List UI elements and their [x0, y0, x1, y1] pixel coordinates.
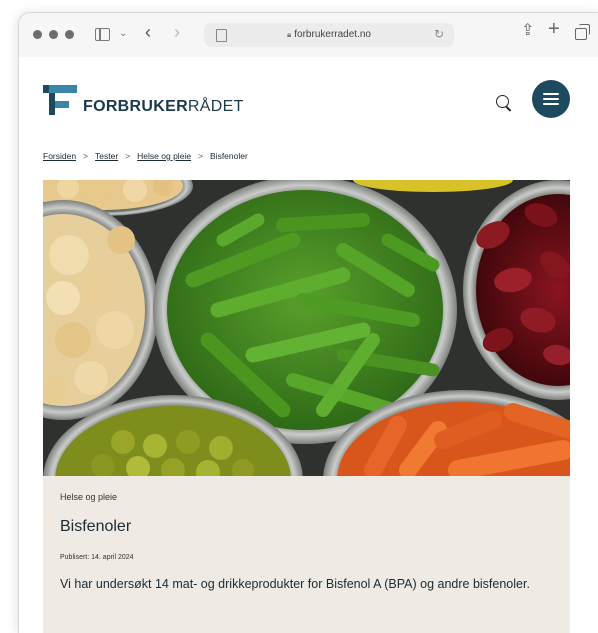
logo-wordmark[interactable]: FORBRUKERRÅDET: [83, 98, 244, 116]
sidebar-icon[interactable]: [95, 28, 110, 41]
menu-button[interactable]: [532, 80, 570, 118]
search-icon[interactable]: [496, 95, 509, 108]
breadcrumb-separator: >: [125, 151, 131, 161]
forward-arrow-icon[interactable]: ›: [174, 23, 180, 41]
menu-icon-bar: [543, 98, 559, 100]
hero-image: [43, 180, 570, 476]
share-icon[interactable]: ⇪: [521, 23, 534, 39]
url-text: forbrukerradet.no: [294, 29, 371, 40]
breadcrumb-separator: >: [83, 151, 89, 161]
article-summary: Vi har undersøkt 14 mat- og drikkeproduk…: [60, 577, 530, 591]
browser-window: ⌄ ‹ › 🔒︎ forbrukerradet.no ↻ ⇪ + FORBRUKE…: [18, 12, 598, 633]
article-published-date: Publisert: 14. april 2024: [60, 554, 134, 561]
breadcrumb-link-forsiden[interactable]: Forsiden: [43, 151, 76, 161]
site-header: FORBRUKERRÅDET: [19, 57, 598, 137]
address-text[interactable]: 🔒︎ forbrukerradet.no: [204, 23, 454, 47]
menu-icon-bar: [543, 103, 559, 105]
minimize-window-button[interactable]: [49, 30, 58, 39]
chevron-down-icon[interactable]: ⌄: [119, 27, 127, 41]
breadcrumb-link-tester[interactable]: Tester: [95, 151, 118, 161]
article-card[interactable]: Helse og pleie Bisfenoler Publisert: 14.…: [43, 476, 570, 633]
lock-icon: 🔒︎: [287, 30, 292, 39]
breadcrumb-separator: >: [198, 151, 204, 161]
breadcrumb-link-helse-og-pleie[interactable]: Helse og pleie: [137, 151, 191, 161]
plus-icon[interactable]: +: [548, 19, 560, 39]
logo-bold-text: FORBRUKER: [83, 98, 188, 115]
logo-light-text: RÅDET: [187, 98, 244, 115]
breadcrumb: Forsiden > Tester > Helse og pleie > Bisfenole…: [43, 151, 248, 161]
article-title[interactable]: Bisfenoler: [60, 518, 131, 536]
breadcrumb-current: Bisfenoler: [210, 151, 248, 161]
logo-mark[interactable]: [43, 79, 79, 115]
zoom-window-button[interactable]: [65, 30, 74, 39]
back-arrow-icon[interactable]: ‹: [145, 23, 151, 41]
address-bar[interactable]: 🔒︎ forbrukerradet.no ↻: [204, 23, 454, 47]
article-category: Helse og pleie: [60, 492, 118, 502]
menu-icon-bar: [543, 93, 559, 95]
reload-icon[interactable]: ↻: [434, 27, 444, 41]
close-window-button[interactable]: [33, 30, 42, 39]
tabs-icon[interactable]: [575, 24, 590, 40]
canned-vegetables-illustration: [43, 180, 570, 476]
browser-toolbar: ⌄ ‹ › 🔒︎ forbrukerradet.no ↻ ⇪ +: [19, 13, 598, 58]
